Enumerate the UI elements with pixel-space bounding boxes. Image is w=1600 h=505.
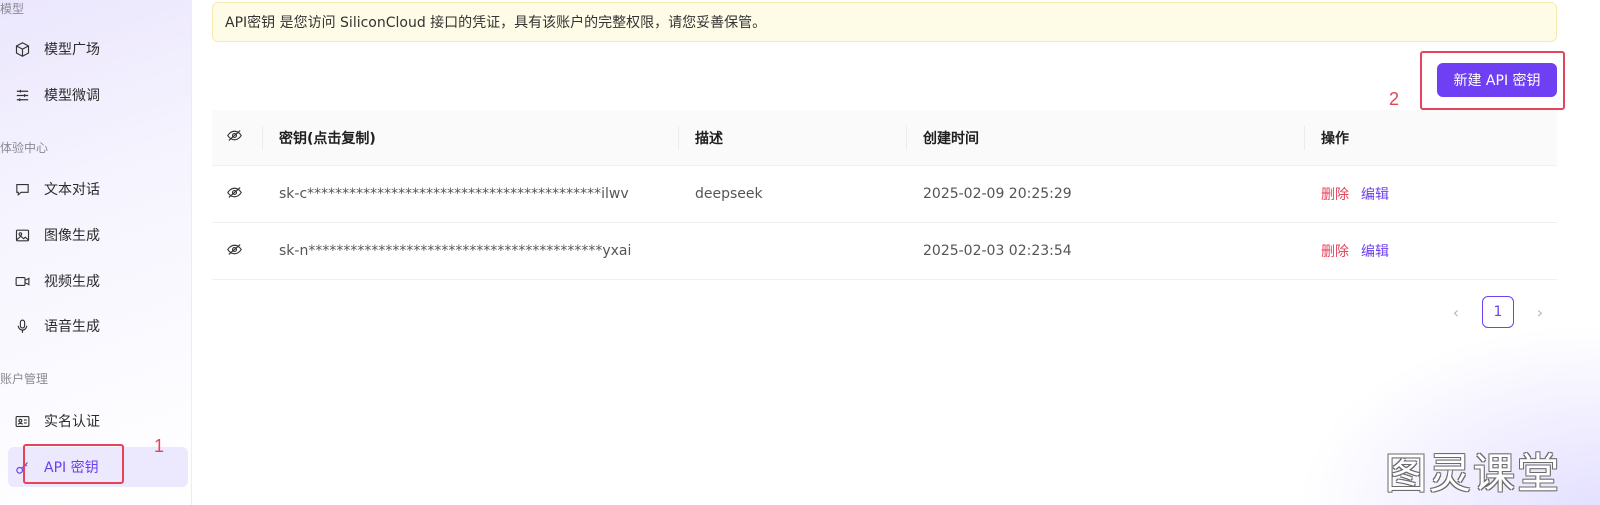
row-actions: 删除 编辑: [1321, 223, 1389, 279]
column-header-created: 创建时间: [923, 130, 979, 147]
image-icon: [12, 225, 32, 245]
pagination-page-1[interactable]: 1: [1482, 296, 1514, 328]
column-separator: [906, 126, 907, 150]
chat-bubble-icon: [12, 179, 32, 199]
annotation-box-new-key: [1420, 51, 1565, 110]
pagination-prev-button[interactable]: ‹: [1440, 296, 1472, 328]
annotation-box-api-keys: [23, 444, 124, 484]
sidebar-item-label: 图像生成: [44, 228, 100, 244]
page: 模型 模型广场 模型微调 体验中心 文本对话 图像生成 视频生成 语音生成 账户…: [0, 0, 1600, 505]
sidebar-item-label: 实名认证: [44, 414, 100, 430]
annotation-number-2: 2: [1389, 89, 1400, 109]
api-key-notice: API密钥 是您访问 SiliconCloud 接口的凭证，具有该账户的完整权限…: [212, 2, 1557, 42]
column-header-description: 描述: [695, 130, 723, 147]
sidebar-item-speech-gen[interactable]: 语音生成: [8, 306, 188, 346]
sidebar-item-video-gen[interactable]: 视频生成: [8, 261, 188, 301]
sliders-icon: [12, 85, 32, 105]
column-header-key: 密钥(点击复制): [279, 130, 376, 147]
api-key-created-time: 2025-02-03 02:23:54: [923, 243, 1072, 259]
annotation-number-1: 1: [154, 436, 165, 456]
watermark: 图灵课堂: [1385, 449, 1562, 498]
sidebar-item-label: 文本对话: [44, 182, 100, 198]
api-key-description: deepseek: [695, 186, 763, 202]
sidebar: 模型 模型广场 模型微调 体验中心 文本对话 图像生成 视频生成 语音生成 账户…: [0, 0, 192, 505]
sidebar-item-label: 模型微调: [44, 88, 100, 104]
pagination-next-button[interactable]: ›: [1524, 296, 1556, 328]
section-label-playground: 体验中心: [0, 141, 49, 155]
sidebar-item-fine-tuning[interactable]: 模型微调: [8, 75, 188, 115]
column-separator: [262, 126, 263, 150]
sidebar-item-label: 语音生成: [44, 319, 100, 335]
eye-slash-icon: [226, 127, 243, 148]
table-header: 密钥(点击复制) 描述 创建时间 操作: [212, 110, 1557, 166]
microphone-icon: [12, 316, 32, 336]
column-separator: [678, 126, 679, 150]
column-separator: [1304, 126, 1305, 150]
api-key-value[interactable]: sk-n************************************…: [279, 223, 631, 279]
toggle-key-visibility[interactable]: [226, 166, 243, 222]
sidebar-item-label: 模型广场: [44, 42, 100, 58]
sidebar-item-model-square[interactable]: 模型广场: [8, 29, 188, 69]
edit-key-link[interactable]: 编辑: [1361, 184, 1389, 204]
api-key-created-time: 2025-02-09 20:25:29: [923, 186, 1072, 202]
sidebar-item-image-gen[interactable]: 图像生成: [8, 215, 188, 255]
toggle-key-visibility[interactable]: [226, 223, 243, 279]
api-key-value[interactable]: sk-c************************************…: [279, 166, 629, 222]
eye-slash-icon: [226, 241, 243, 262]
toggle-all-visibility[interactable]: [226, 110, 243, 165]
sidebar-item-label: 视频生成: [44, 274, 100, 290]
section-label-account: 账户管理: [0, 372, 49, 386]
table-row: sk-c************************************…: [212, 166, 1557, 223]
sidebar-item-text-chat[interactable]: 文本对话: [8, 169, 188, 209]
row-actions: 删除 编辑: [1321, 166, 1389, 222]
notice-text: API密钥 是您访问 SiliconCloud 接口的凭证，具有该账户的完整权限…: [225, 15, 767, 31]
id-card-icon: [12, 411, 32, 431]
api-keys-table: 密钥(点击复制) 描述 创建时间 操作 sk-c****************…: [212, 110, 1557, 280]
video-icon: [12, 271, 32, 291]
section-label-models: 模型: [0, 2, 25, 16]
sidebar-item-verification[interactable]: 实名认证: [8, 401, 188, 441]
cube-icon: [12, 39, 32, 59]
table-row: sk-n************************************…: [212, 223, 1557, 280]
column-header-actions: 操作: [1321, 130, 1349, 147]
eye-slash-icon: [226, 184, 243, 205]
delete-key-link[interactable]: 删除: [1321, 184, 1349, 204]
edit-key-link[interactable]: 编辑: [1361, 241, 1389, 261]
delete-key-link[interactable]: 删除: [1321, 241, 1349, 261]
